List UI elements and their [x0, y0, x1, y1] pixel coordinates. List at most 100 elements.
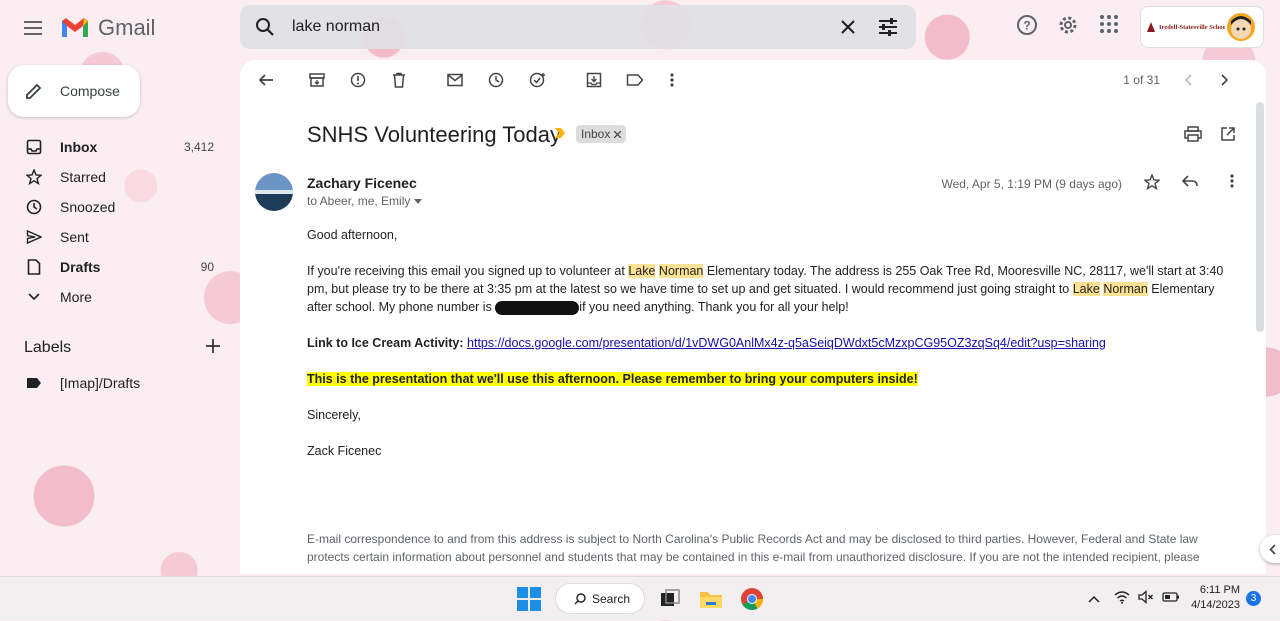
hamburger-icon [24, 21, 42, 35]
drafts-count: 90 [200, 260, 214, 274]
side-panel-toggle[interactable] [1260, 535, 1280, 563]
chevron-up-icon [1088, 595, 1100, 603]
chrome-button[interactable] [739, 586, 765, 612]
taskbar-search[interactable]: Search [555, 583, 645, 614]
start-button[interactable] [517, 587, 541, 611]
apps-button[interactable] [1099, 14, 1119, 39]
clear-search-button[interactable] [836, 15, 860, 44]
body-paragraph: If you're receiving this email you signe… [307, 262, 1237, 316]
apps-grid-icon [1100, 15, 1118, 33]
print-all-button[interactable] [1184, 126, 1202, 147]
presentation-link[interactable]: https://docs.google.com/presentation/d/1… [467, 336, 1106, 350]
folder-icon [700, 592, 722, 608]
sender-avatar[interactable] [255, 173, 293, 211]
mail-icon [447, 73, 463, 87]
search-highlight: Norman [658, 264, 704, 278]
delete-button[interactable] [389, 70, 409, 90]
help-icon: ? [1017, 15, 1037, 35]
main-menu-button[interactable] [18, 12, 50, 44]
compose-button[interactable]: Compose [8, 65, 140, 117]
label-item-label: [Imap]/Drafts [60, 375, 141, 391]
notification-badge[interactable]: 3 [1246, 591, 1261, 606]
file-explorer-button[interactable] [698, 586, 724, 612]
label-item-imap-drafts[interactable]: [Imap]/Drafts [24, 372, 140, 394]
chevron-left-icon [1184, 74, 1192, 86]
search-button[interactable] [240, 17, 290, 37]
reply-button[interactable] [1181, 174, 1198, 193]
reply-icon [1181, 175, 1198, 187]
search-input[interactable] [290, 17, 810, 37]
email-date: Wed, Apr 5, 1:19 PM (9 days ago) [941, 177, 1122, 191]
sender-name[interactable]: Zachary Ficenec [307, 175, 417, 191]
labels-button[interactable] [625, 70, 645, 90]
sidebar-item-starred[interactable]: Starred [0, 162, 228, 192]
move-to-button[interactable] [584, 70, 604, 90]
new-window-button[interactable] [1220, 126, 1236, 147]
sidebar-item-label: Inbox [60, 139, 98, 155]
support-button[interactable]: ? [1016, 14, 1038, 41]
close-icon [841, 20, 855, 34]
wifi-status[interactable] [1114, 590, 1130, 609]
sidebar-item-sent[interactable]: Sent [0, 222, 228, 252]
redacted-phone [495, 300, 580, 315]
search-bar[interactable] [240, 5, 916, 49]
taskbar-clock[interactable]: 6:11 PM 4/14/2023 [1182, 583, 1240, 613]
star-button[interactable] [1143, 173, 1161, 195]
link-paragraph: Link to Ice Cream Activity: https://docs… [307, 334, 1237, 352]
star-icon [26, 169, 42, 185]
account-avatar[interactable] [1225, 11, 1257, 43]
task-view-button[interactable] [657, 586, 683, 612]
message-more-button[interactable] [1230, 174, 1234, 193]
clock-date: 4/14/2023 [1191, 599, 1240, 611]
org-logo-icon [1147, 22, 1155, 32]
newer-button[interactable] [1178, 70, 1198, 90]
remove-label-button[interactable] [613, 127, 622, 141]
chip-label: Inbox [581, 127, 611, 141]
message-view: 1 of 31 SNHS Volunteering Today Inbox Za… [240, 60, 1266, 574]
sidebar-item-label: More [60, 289, 92, 305]
settings-button[interactable] [1057, 14, 1079, 41]
back-button[interactable] [256, 70, 276, 90]
search-highlight: Lake [628, 264, 656, 278]
top-bar: Gmail ? Iredell-Statesville Schools [0, 0, 1280, 56]
important-marker[interactable] [554, 126, 566, 144]
inbox-label-chip[interactable]: Inbox [576, 125, 627, 143]
clock-icon [488, 72, 504, 88]
volume-status[interactable] [1138, 589, 1154, 609]
print-icon [1184, 126, 1202, 142]
mark-unread-button[interactable] [445, 70, 465, 90]
search-highlight: Lake [1072, 282, 1100, 296]
caret-down-icon [414, 198, 423, 204]
open-in-new-icon [1221, 127, 1235, 141]
sidebar-nav: Inbox 3,412 Starred Snoozed Sent Drafts … [0, 132, 228, 312]
create-label-button[interactable] [206, 338, 220, 358]
taskbar-search-label: Search [592, 591, 631, 606]
system-tray [1088, 577, 1180, 621]
sidebar-item-drafts[interactable]: Drafts 90 [0, 252, 228, 282]
more-actions-button[interactable] [662, 70, 682, 90]
search-options-button[interactable] [876, 15, 900, 44]
archive-button[interactable] [307, 70, 327, 90]
scrollbar[interactable] [1256, 102, 1264, 332]
report-spam-button[interactable] [348, 70, 368, 90]
clock-icon [26, 199, 42, 215]
compose-label: Compose [60, 83, 120, 99]
sidebar-item-more[interactable]: More [0, 282, 228, 312]
show-hidden-icons-button[interactable] [1088, 590, 1100, 608]
snooze-button[interactable] [486, 70, 506, 90]
wifi-icon [1114, 590, 1130, 604]
inbox-icon [26, 139, 42, 155]
sidebar-item-inbox[interactable]: Inbox 3,412 [0, 132, 228, 162]
more-vert-icon [1230, 174, 1234, 188]
sidebar-item-snoozed[interactable]: Snoozed [0, 192, 228, 222]
chevron-down-icon [28, 293, 40, 301]
gmail-logo[interactable]: Gmail [60, 14, 155, 42]
plus-icon [206, 338, 220, 353]
add-task-button[interactable] [528, 70, 548, 90]
recipients-dropdown[interactable]: to Abeer, me, Emily [307, 194, 423, 208]
battery-status[interactable] [1162, 590, 1180, 608]
older-button[interactable] [1215, 70, 1235, 90]
account-switcher[interactable]: Iredell-Statesville Schools [1140, 6, 1264, 48]
more-vert-icon [670, 73, 674, 87]
org-name: Iredell-Statesville Schools [1159, 23, 1231, 31]
